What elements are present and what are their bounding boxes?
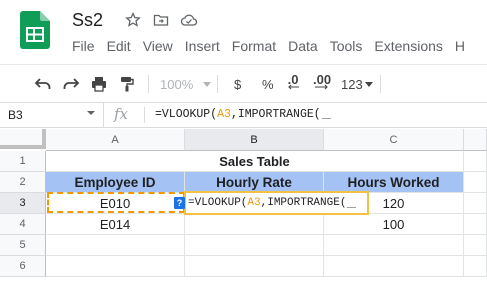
increase-decimal-label: .00 — [313, 72, 332, 87]
menu-file[interactable]: File — [72, 38, 95, 54]
column-header-a[interactable]: A — [46, 129, 185, 151]
editor-formula-ref-a3: A3 — [247, 196, 261, 209]
cell-b4[interactable] — [185, 214, 324, 235]
menu-tools[interactable]: Tools — [330, 38, 363, 54]
cell-a4[interactable]: E014 — [46, 214, 185, 235]
more-formats-label: 123 — [341, 76, 363, 92]
name-box[interactable]: B3 — [0, 103, 104, 127]
header-hours-worked[interactable]: Hours Worked — [324, 172, 464, 193]
row-header-3[interactable]: 3 — [0, 193, 46, 214]
editor-argument-placeholder — [347, 196, 357, 208]
paint-format-icon[interactable] — [120, 73, 134, 95]
formula-suffix: ,IMPORTRANGE( — [230, 108, 321, 121]
menu-help[interactable]: H — [455, 38, 465, 54]
toolbar: 100% $ % .0 .00 123 — [0, 64, 487, 102]
cell-d3[interactable] — [464, 193, 487, 214]
name-box-chevron-down-icon — [87, 111, 95, 115]
cell-c4[interactable]: 100 — [324, 214, 464, 235]
arrow-right-icon — [315, 84, 328, 90]
row-header-5[interactable]: 5 — [0, 235, 46, 256]
decrease-decimal-button[interactable]: .0 — [287, 72, 299, 97]
cell-d6[interactable] — [464, 256, 487, 277]
cell-editor-b3[interactable]: =VLOOKUP(A3,IMPORTRANGE( — [184, 191, 369, 215]
cell-d5[interactable] — [464, 235, 487, 256]
column-header-d[interactable] — [464, 129, 487, 151]
select-all-corner[interactable] — [0, 129, 46, 149]
zoom-value: 100% — [160, 76, 194, 92]
cell-d1[interactable] — [464, 151, 487, 172]
name-box-value: B3 — [8, 108, 23, 122]
cloud-saved-icon[interactable] — [180, 11, 198, 29]
cell-c5[interactable] — [324, 235, 464, 256]
cell-a6[interactable] — [46, 256, 185, 277]
argument-placeholder — [321, 108, 331, 120]
editor-formula-suffix: ,IMPORTRANGE( — [260, 196, 347, 209]
menu-extensions[interactable]: Extensions — [374, 38, 442, 54]
row-header-4[interactable]: 4 — [0, 214, 46, 235]
zoom-select[interactable]: 100% — [160, 73, 212, 95]
header-hourly-rate[interactable]: Hourly Rate — [185, 172, 324, 193]
decrease-decimal-label: .0 — [287, 72, 299, 87]
column-header-c[interactable]: C — [324, 129, 464, 151]
column-header-b[interactable]: B — [185, 129, 324, 151]
print-icon[interactable] — [91, 73, 107, 95]
currency-label: $ — [234, 76, 242, 92]
cell-b5[interactable] — [185, 235, 324, 256]
menu-format[interactable]: Format — [232, 38, 276, 54]
cell-c6[interactable] — [324, 256, 464, 277]
fx-icon: fx — [114, 105, 129, 123]
increase-decimal-button[interactable]: .00 — [313, 72, 332, 97]
arrow-left-icon — [288, 84, 299, 90]
menu-insert[interactable]: Insert — [185, 38, 220, 54]
header-employee-id[interactable]: Employee ID — [46, 172, 185, 193]
document-title[interactable]: Ss2 — [72, 10, 103, 31]
cell-a3[interactable]: E010 — [46, 193, 185, 214]
move-folder-icon[interactable] — [152, 11, 170, 29]
undo-icon[interactable] — [34, 73, 52, 95]
cell-d2[interactable] — [464, 172, 487, 193]
more-formats-select[interactable]: 123 — [341, 73, 373, 95]
star-icon[interactable] — [124, 11, 142, 29]
menu-edit[interactable]: Edit — [107, 38, 131, 54]
merged-title-cell[interactable]: Sales Table — [46, 151, 464, 172]
menu-bar: File Edit View Insert Format Data Tools … — [72, 38, 477, 54]
table-title: Sales Table — [219, 153, 290, 169]
editor-formula-prefix: =VLOOKUP( — [188, 196, 248, 209]
cell-a5[interactable] — [46, 235, 185, 256]
formula-help-icon[interactable]: ? — [174, 197, 185, 209]
percent-format-button[interactable]: % — [262, 73, 274, 95]
more-formats-chevron-down-icon — [364, 81, 373, 87]
cell-d4[interactable] — [464, 214, 487, 235]
row-header-1[interactable]: 1 — [0, 151, 46, 172]
formula-bar: B3 fx =VLOOKUP(A3,IMPORTRANGE( — [0, 102, 487, 128]
row-header-2[interactable]: 2 — [0, 172, 46, 193]
formula-ref-a3: A3 — [217, 108, 231, 121]
row-header-6[interactable]: 6 — [0, 256, 46, 277]
formula-input[interactable]: =VLOOKUP(A3,IMPORTRANGE( — [155, 108, 331, 121]
percent-label: % — [262, 76, 274, 92]
menu-view[interactable]: View — [143, 38, 173, 54]
redo-icon[interactable] — [62, 73, 80, 95]
currency-format-button[interactable]: $ — [234, 73, 241, 95]
title-bar: Ss2 File Edit View Insert Format Data To… — [0, 0, 487, 64]
cell-b6[interactable] — [185, 256, 324, 277]
sheets-logo-icon[interactable] — [20, 11, 50, 49]
formula-prefix: =VLOOKUP( — [155, 108, 218, 121]
menu-data[interactable]: Data — [288, 38, 318, 54]
zoom-chevron-down-icon — [203, 81, 212, 87]
